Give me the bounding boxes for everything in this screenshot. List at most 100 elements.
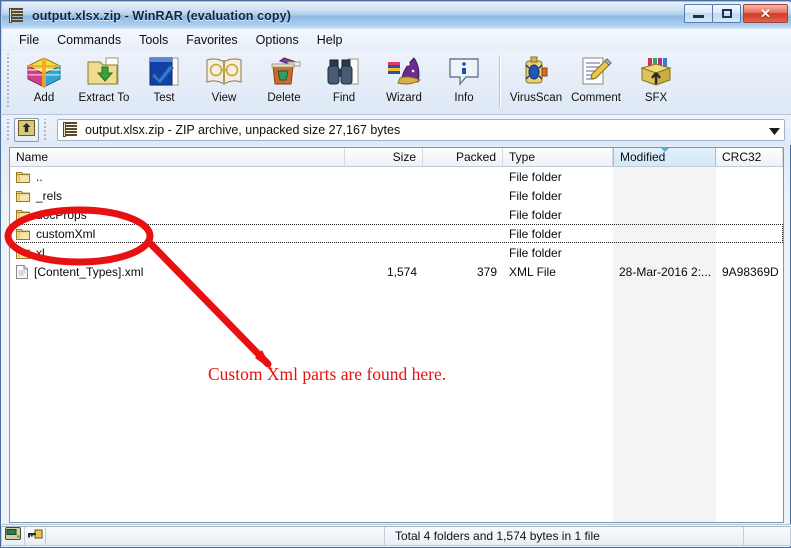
cell-type: File folder bbox=[509, 207, 562, 222]
toolbar-button-delete[interactable]: Delete bbox=[254, 53, 314, 111]
cell-type: File folder bbox=[509, 245, 562, 260]
menu-item-options[interactable]: Options bbox=[247, 31, 308, 49]
cell-type: File folder bbox=[509, 226, 562, 241]
status-disk-cell bbox=[1, 525, 25, 546]
file-icon bbox=[16, 264, 28, 279]
column-header-crc32[interactable]: CRC32 bbox=[716, 148, 783, 166]
sfx-box-icon bbox=[636, 53, 676, 91]
status-spacer-cell bbox=[45, 525, 385, 546]
up-arrow-icon bbox=[18, 119, 35, 141]
toolbar-label: Comment bbox=[571, 92, 621, 104]
cell-name: .. bbox=[10, 170, 345, 184]
toolbar-grip[interactable] bbox=[5, 54, 12, 109]
menu-item-commands[interactable]: Commands bbox=[48, 31, 130, 49]
toolbar-label: View bbox=[211, 92, 237, 104]
column-header-label: CRC32 bbox=[722, 150, 762, 164]
winrar-window: output.xlsx.zip - WinRAR (evaluation cop… bbox=[0, 0, 791, 548]
key-icon bbox=[27, 527, 43, 545]
toolbar-button-extract-to[interactable]: Extract To bbox=[74, 53, 134, 111]
status-summary-cell: Total 4 folders and 1,574 bytes in 1 fil… bbox=[384, 525, 744, 546]
toolbar-button-add[interactable]: Add bbox=[14, 53, 74, 111]
column-header-type[interactable]: Type bbox=[503, 148, 613, 166]
view-glasses-icon bbox=[204, 53, 244, 91]
file-list[interactable]: Name Size Packed Type Modified CRC32 .. File f… bbox=[9, 147, 784, 523]
toolbar-label: Add bbox=[33, 92, 55, 104]
toolbar-button-test[interactable]: Test bbox=[134, 53, 194, 111]
toolbar-button-comment[interactable]: Comment bbox=[566, 53, 626, 111]
cell-name: xl bbox=[10, 246, 345, 260]
toolbar-label: Info bbox=[454, 92, 474, 104]
winrar-books-icon bbox=[9, 7, 26, 24]
cell-name: customXml bbox=[10, 227, 345, 241]
toolbar-button-sfx[interactable]: SFX bbox=[626, 53, 686, 111]
status-key-cell bbox=[24, 525, 46, 546]
toolbar-label: Wizard bbox=[386, 92, 422, 104]
delete-trash-icon bbox=[264, 53, 304, 91]
toolbar-button-find[interactable]: Find bbox=[314, 53, 374, 111]
toolbar-button-virusscan[interactable]: VirusScan bbox=[506, 53, 566, 111]
window-title: output.xlsx.zip - WinRAR (evaluation cop… bbox=[32, 8, 291, 23]
toolbar-label: VirusScan bbox=[509, 92, 563, 104]
menu-item-tools[interactable]: Tools bbox=[130, 31, 177, 49]
folder-icon bbox=[16, 247, 30, 259]
cell-type: File folder bbox=[509, 188, 562, 203]
cell-type: File folder bbox=[509, 169, 562, 184]
toolbar: Add Extract To Test View Delete Find Wiz… bbox=[2, 51, 791, 115]
toolbar-label: Test bbox=[153, 92, 175, 104]
annotation-text: Custom Xml parts are found here. bbox=[208, 364, 447, 384]
cell-packed: 379 bbox=[476, 264, 497, 279]
close-button[interactable]: ✕ bbox=[743, 4, 788, 23]
cell-type: XML File bbox=[509, 264, 556, 279]
archive-path-field[interactable]: output.xlsx.zip - ZIP archive, unpacked … bbox=[57, 119, 785, 141]
minimize-icon bbox=[693, 15, 704, 18]
status-summary-text: Total 4 folders and 1,574 bytes in 1 fil… bbox=[395, 528, 600, 543]
table-row[interactable]: _rels File folder bbox=[10, 186, 783, 205]
virusscan-bug-icon bbox=[516, 53, 556, 91]
table-row[interactable]: [Content_Types].xml 1,574 379 XML File 28-Ma… bbox=[10, 262, 783, 281]
toolbar-label: Find bbox=[332, 92, 356, 104]
menu-item-favorites[interactable]: Favorites bbox=[177, 31, 246, 49]
column-header-size[interactable]: Size bbox=[345, 148, 423, 166]
column-header-packed[interactable]: Packed bbox=[423, 148, 503, 166]
address-grip[interactable] bbox=[5, 119, 12, 141]
minimize-button[interactable] bbox=[684, 4, 713, 23]
cell-name: docProps bbox=[10, 208, 345, 222]
column-header-row: Name Size Packed Type Modified CRC32 bbox=[10, 148, 783, 167]
toolbar-button-info[interactable]: Info bbox=[434, 53, 494, 111]
window-controls: ✕ bbox=[684, 4, 788, 23]
column-header-modified[interactable]: Modified bbox=[613, 148, 716, 166]
cell-size: 1,574 bbox=[386, 264, 417, 279]
column-header-label: Packed bbox=[455, 150, 496, 164]
cell-crc32: 9A98369D bbox=[722, 264, 779, 279]
up-one-level-button[interactable] bbox=[14, 118, 39, 142]
file-name-text: [Content_Types].xml bbox=[34, 264, 144, 279]
file-name-text: customXml bbox=[36, 226, 96, 241]
address-bar: output.xlsx.zip - ZIP archive, unpacked … bbox=[2, 115, 791, 145]
comment-pencil-icon bbox=[576, 53, 616, 91]
wizard-hat-icon bbox=[384, 53, 424, 91]
toolbar-button-view[interactable]: View bbox=[194, 53, 254, 111]
table-row[interactable]: .. File folder bbox=[10, 167, 783, 186]
archive-path-text: output.xlsx.zip - ZIP archive, unpacked … bbox=[85, 123, 401, 137]
menu-item-file[interactable]: File bbox=[10, 31, 48, 49]
column-header-label: Size bbox=[392, 150, 416, 164]
table-row[interactable]: customXml File folder bbox=[10, 224, 783, 243]
table-row[interactable]: xl File folder bbox=[10, 243, 783, 262]
column-header-label: Type bbox=[509, 150, 536, 164]
chevron-down-icon[interactable] bbox=[768, 125, 781, 137]
folder-icon bbox=[16, 228, 30, 240]
file-rows: .. File folder _rels File folder docProps Fil… bbox=[10, 167, 783, 281]
column-header-name[interactable]: Name bbox=[10, 148, 345, 166]
address-grip-2[interactable] bbox=[42, 119, 49, 141]
menu-item-help[interactable]: Help bbox=[308, 31, 352, 49]
table-row[interactable]: docProps File folder bbox=[10, 205, 783, 224]
status-bar: Total 4 folders and 1,574 bytes in 1 fil… bbox=[1, 524, 791, 546]
status-end-cell bbox=[743, 525, 791, 546]
window-frame: output.xlsx.zip - WinRAR (evaluation cop… bbox=[0, 0, 791, 548]
close-icon: ✕ bbox=[760, 6, 771, 21]
find-binoculars-icon bbox=[324, 53, 364, 91]
info-balloon-icon bbox=[444, 53, 484, 91]
file-name-text: xl bbox=[36, 245, 45, 260]
toolbar-button-wizard[interactable]: Wizard bbox=[374, 53, 434, 111]
maximize-button[interactable] bbox=[712, 4, 741, 23]
